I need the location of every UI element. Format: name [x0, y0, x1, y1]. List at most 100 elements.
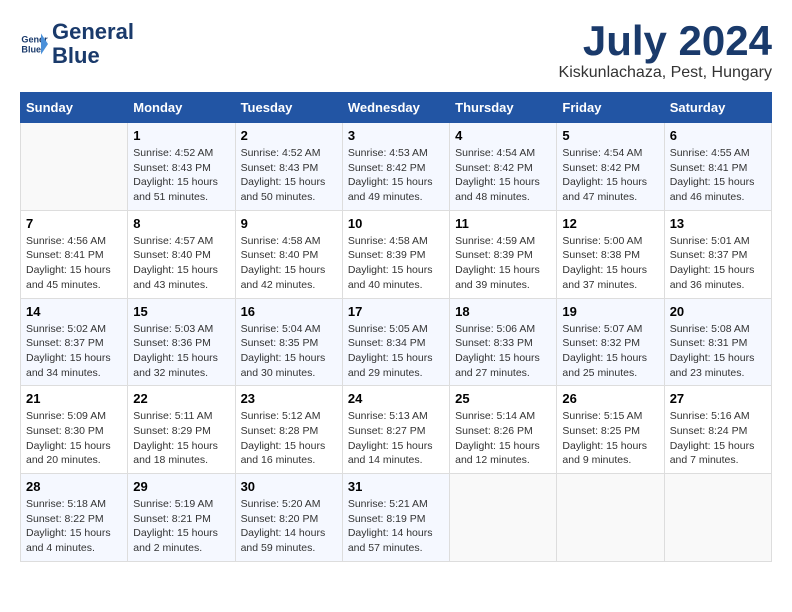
day-cell: 3Sunrise: 4:53 AM Sunset: 8:42 PM Daylig… — [342, 123, 449, 211]
day-info: Sunrise: 4:59 AM Sunset: 8:39 PM Dayligh… — [455, 234, 551, 293]
day-cell: 11 Sunrise: 4:59 AM Sunset: 8:39 PM Dayli… — [450, 210, 557, 298]
header-cell-tuesday: Tuesday — [235, 93, 342, 123]
day-info: Sunrise: 4:54 AM Sunset: 8:42 PM Dayligh… — [455, 146, 551, 205]
day-number: 26 — [562, 391, 658, 406]
day-number: 11 — [455, 216, 551, 231]
day-number: 23 — [241, 391, 337, 406]
day-info: Sunrise: 5:09 AM Sunset: 8:30 PM Dayligh… — [26, 409, 122, 468]
day-cell: 13 Sunrise: 5:01 AM Sunset: 8:37 PM Dayli… — [664, 210, 771, 298]
day-cell: 6Sunrise: 4:55 AM Sunset: 8:41 PM Daylig… — [664, 123, 771, 211]
logo-text: General Blue — [52, 20, 134, 68]
day-cell: 12 Sunrise: 5:00 AM Sunset: 8:38 PM Dayli… — [557, 210, 664, 298]
svg-text:Blue: Blue — [21, 45, 41, 55]
day-info: Sunrise: 5:19 AM Sunset: 8:21 PM Dayligh… — [133, 497, 229, 556]
calendar-header: SundayMondayTuesdayWednesdayThursdayFrid… — [21, 93, 772, 123]
day-info: Sunrise: 5:20 AM Sunset: 8:20 PM Dayligh… — [241, 497, 337, 556]
day-cell: 25 Sunrise: 5:14 AM Sunset: 8:26 PM Dayli… — [450, 386, 557, 474]
day-info: Sunrise: 5:06 AM Sunset: 8:33 PM Dayligh… — [455, 322, 551, 381]
day-number: 10 — [348, 216, 444, 231]
day-number: 18 — [455, 304, 551, 319]
header-cell-sunday: Sunday — [21, 93, 128, 123]
day-cell — [450, 474, 557, 562]
day-cell: 27 Sunrise: 5:16 AM Sunset: 8:24 PM Dayli… — [664, 386, 771, 474]
day-number: 22 — [133, 391, 229, 406]
day-cell: 21 Sunrise: 5:09 AM Sunset: 8:30 PM Dayli… — [21, 386, 128, 474]
day-number: 14 — [26, 304, 122, 319]
day-info: Sunrise: 5:11 AM Sunset: 8:29 PM Dayligh… — [133, 409, 229, 468]
day-number: 17 — [348, 304, 444, 319]
day-info: Sunrise: 5:13 AM Sunset: 8:27 PM Dayligh… — [348, 409, 444, 468]
day-cell — [21, 123, 128, 211]
day-info: Sunrise: 5:18 AM Sunset: 8:22 PM Dayligh… — [26, 497, 122, 556]
day-cell: 5Sunrise: 4:54 AM Sunset: 8:42 PM Daylig… — [557, 123, 664, 211]
day-info: Sunrise: 4:52 AM Sunset: 8:43 PM Dayligh… — [241, 146, 337, 205]
week-row-0: 1 Sunrise: 4:52 AM Sunset: 8:43 PM Daylig… — [21, 123, 772, 211]
day-info: Sunrise: 4:56 AM Sunset: 8:41 PM Dayligh… — [26, 234, 122, 293]
day-number: 28 — [26, 479, 122, 494]
day-cell: 23 Sunrise: 5:12 AM Sunset: 8:28 PM Dayli… — [235, 386, 342, 474]
day-number: 4 — [455, 128, 551, 143]
week-row-3: 21 Sunrise: 5:09 AM Sunset: 8:30 PM Dayli… — [21, 386, 772, 474]
day-cell: 17 Sunrise: 5:05 AM Sunset: 8:34 PM Dayli… — [342, 298, 449, 386]
day-info: Sunrise: 5:03 AM Sunset: 8:36 PM Dayligh… — [133, 322, 229, 381]
day-number: 30 — [241, 479, 337, 494]
day-cell: 24Sunrise: 5:13 AM Sunset: 8:27 PM Dayli… — [342, 386, 449, 474]
day-cell: 4 Sunrise: 4:54 AM Sunset: 8:42 PM Daylig… — [450, 123, 557, 211]
day-info: Sunrise: 5:02 AM Sunset: 8:37 PM Dayligh… — [26, 322, 122, 381]
day-cell: 10Sunrise: 4:58 AM Sunset: 8:39 PM Dayli… — [342, 210, 449, 298]
day-info: Sunrise: 5:14 AM Sunset: 8:26 PM Dayligh… — [455, 409, 551, 468]
day-cell: 20Sunrise: 5:08 AM Sunset: 8:31 PM Dayli… — [664, 298, 771, 386]
day-cell: 28 Sunrise: 5:18 AM Sunset: 8:22 PM Dayli… — [21, 474, 128, 562]
day-cell: 1 Sunrise: 4:52 AM Sunset: 8:43 PM Daylig… — [128, 123, 235, 211]
header-row: SundayMondayTuesdayWednesdayThursdayFrid… — [21, 93, 772, 123]
day-number: 19 — [562, 304, 658, 319]
day-cell: 18 Sunrise: 5:06 AM Sunset: 8:33 PM Dayli… — [450, 298, 557, 386]
day-cell: 8Sunrise: 4:57 AM Sunset: 8:40 PM Daylig… — [128, 210, 235, 298]
calendar-table: SundayMondayTuesdayWednesdayThursdayFrid… — [20, 92, 772, 562]
week-row-2: 14 Sunrise: 5:02 AM Sunset: 8:37 PM Dayli… — [21, 298, 772, 386]
day-info: Sunrise: 4:52 AM Sunset: 8:43 PM Dayligh… — [133, 146, 229, 205]
header-cell-monday: Monday — [128, 93, 235, 123]
header-cell-saturday: Saturday — [664, 93, 771, 123]
day-number: 12 — [562, 216, 658, 231]
day-number: 21 — [26, 391, 122, 406]
day-info: Sunrise: 5:07 AM Sunset: 8:32 PM Dayligh… — [562, 322, 658, 381]
day-number: 29 — [133, 479, 229, 494]
day-number: 1 — [133, 128, 229, 143]
day-info: Sunrise: 5:12 AM Sunset: 8:28 PM Dayligh… — [241, 409, 337, 468]
day-cell: 7 Sunrise: 4:56 AM Sunset: 8:41 PM Daylig… — [21, 210, 128, 298]
calendar-body: 1 Sunrise: 4:52 AM Sunset: 8:43 PM Daylig… — [21, 123, 772, 562]
header-cell-friday: Friday — [557, 93, 664, 123]
header-cell-thursday: Thursday — [450, 93, 557, 123]
day-cell: 31Sunrise: 5:21 AM Sunset: 8:19 PM Dayli… — [342, 474, 449, 562]
day-info: Sunrise: 5:04 AM Sunset: 8:35 PM Dayligh… — [241, 322, 337, 381]
day-number: 8 — [133, 216, 229, 231]
day-cell: 16 Sunrise: 5:04 AM Sunset: 8:35 PM Dayli… — [235, 298, 342, 386]
day-number: 2 — [241, 128, 337, 143]
day-info: Sunrise: 5:16 AM Sunset: 8:24 PM Dayligh… — [670, 409, 766, 468]
day-cell: 9Sunrise: 4:58 AM Sunset: 8:40 PM Daylig… — [235, 210, 342, 298]
day-info: Sunrise: 5:01 AM Sunset: 8:37 PM Dayligh… — [670, 234, 766, 293]
location-title: Kiskunlachaza, Pest, Hungary — [559, 64, 772, 82]
day-cell: 26 Sunrise: 5:15 AM Sunset: 8:25 PM Dayli… — [557, 386, 664, 474]
day-number: 25 — [455, 391, 551, 406]
day-number: 16 — [241, 304, 337, 319]
month-title: July 2024 — [559, 20, 772, 62]
day-number: 13 — [670, 216, 766, 231]
day-cell: 2 Sunrise: 4:52 AM Sunset: 8:43 PM Daylig… — [235, 123, 342, 211]
day-cell: 19 Sunrise: 5:07 AM Sunset: 8:32 PM Dayli… — [557, 298, 664, 386]
day-info: Sunrise: 5:15 AM Sunset: 8:25 PM Dayligh… — [562, 409, 658, 468]
day-cell: 15 Sunrise: 5:03 AM Sunset: 8:36 PM Dayli… — [128, 298, 235, 386]
day-cell: 29 Sunrise: 5:19 AM Sunset: 8:21 PM Dayli… — [128, 474, 235, 562]
day-info: Sunrise: 5:05 AM Sunset: 8:34 PM Dayligh… — [348, 322, 444, 381]
day-number: 27 — [670, 391, 766, 406]
day-cell — [664, 474, 771, 562]
day-info: Sunrise: 5:00 AM Sunset: 8:38 PM Dayligh… — [562, 234, 658, 293]
day-info: Sunrise: 4:54 AM Sunset: 8:42 PM Dayligh… — [562, 146, 658, 205]
day-number: 15 — [133, 304, 229, 319]
week-row-4: 28 Sunrise: 5:18 AM Sunset: 8:22 PM Dayli… — [21, 474, 772, 562]
day-number: 7 — [26, 216, 122, 231]
day-info: Sunrise: 5:08 AM Sunset: 8:31 PM Dayligh… — [670, 322, 766, 381]
day-info: Sunrise: 4:53 AM Sunset: 8:42 PM Dayligh… — [348, 146, 444, 205]
day-cell: 30 Sunrise: 5:20 AM Sunset: 8:20 PM Dayli… — [235, 474, 342, 562]
